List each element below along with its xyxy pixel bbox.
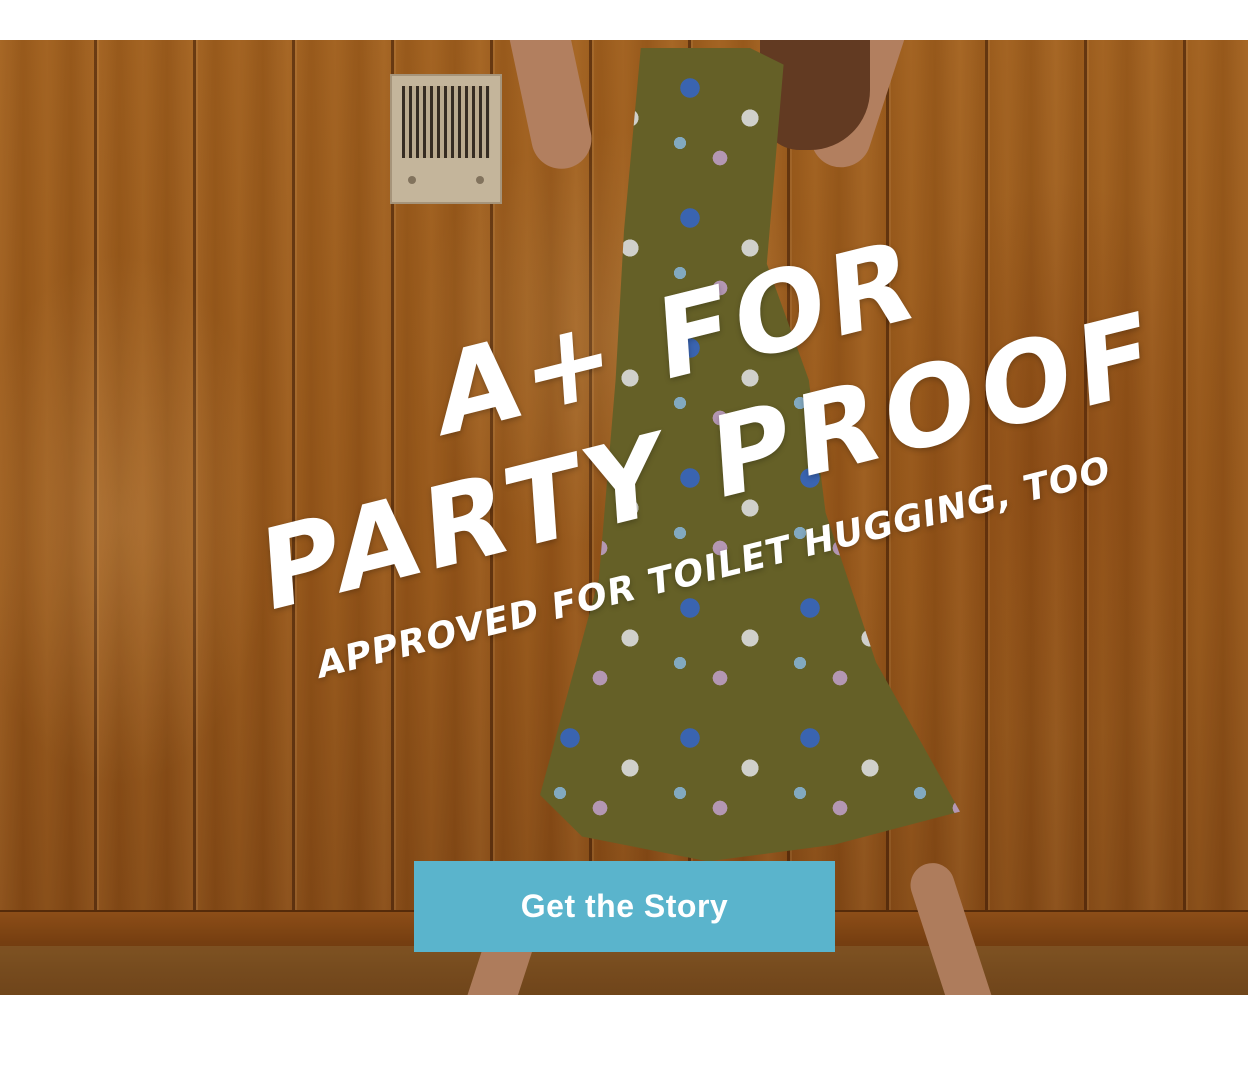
hero-banner: A+ FOR PARTY PROOF APPROVED FOR TOILET H… xyxy=(0,40,1248,995)
get-the-story-button[interactable]: Get the Story xyxy=(414,861,835,952)
